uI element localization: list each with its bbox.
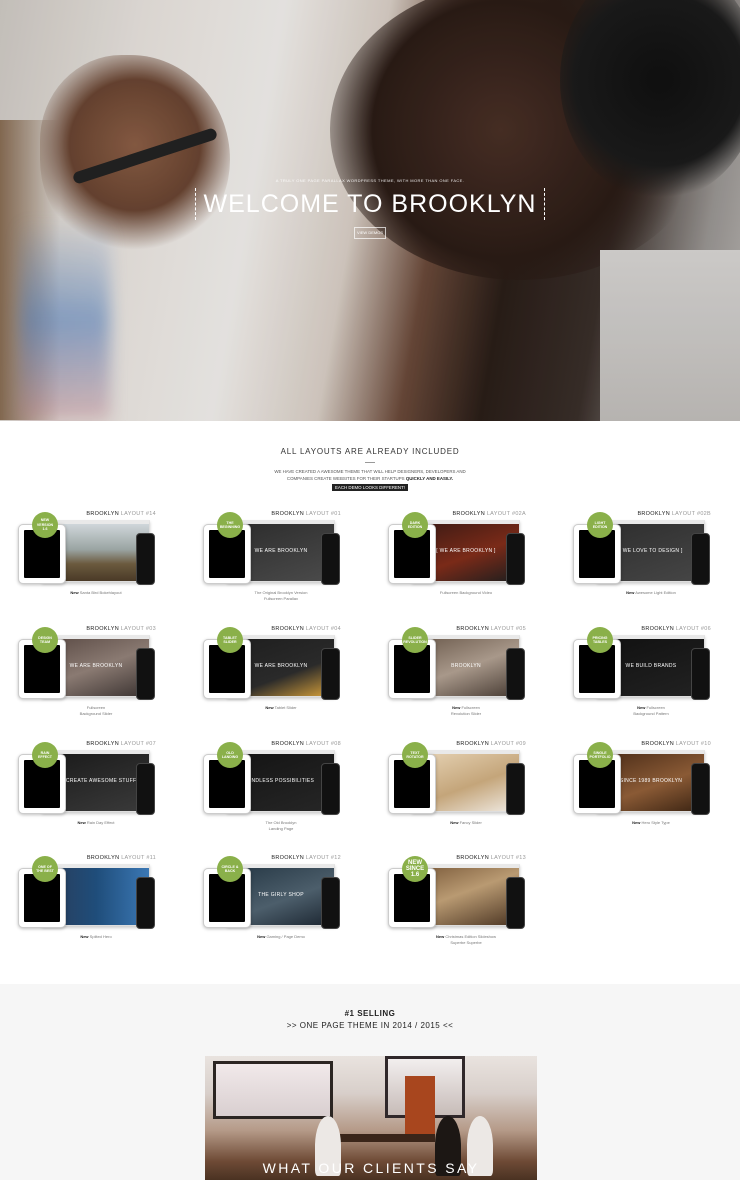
- layout-card-heading: BROOKLYN LAYOUT #05: [456, 626, 526, 632]
- layouts-section: ALL LAYOUTS ARE ALREADY INCLUDED We have…: [0, 421, 740, 984]
- layout-card[interactable]: BROOKLYN LAYOUT #14 New Version 1.6 New …: [18, 511, 158, 621]
- layout-caption: New Splited Hero: [80, 934, 112, 939]
- layout-caption: New Tablet Slider: [265, 705, 297, 710]
- selling-section: #1 SELLING >> ONE PAGE THEME IN 2014 / 2…: [0, 984, 740, 1180]
- layout-card-heading: BROOKLYN LAYOUT #14: [86, 511, 156, 517]
- layout-card[interactable]: BROOKLYN LAYOUT #13 New Since 1.6 New Ch…: [388, 855, 528, 965]
- phone-mockup: [321, 533, 340, 585]
- layout-badge: Rain Effect: [32, 742, 58, 768]
- layout-card[interactable]: BROOKLYN LAYOUT #07 WE CREATE AWESOME ST…: [18, 741, 158, 851]
- phone-mockup: [691, 648, 710, 700]
- phone-mockup: [506, 763, 525, 815]
- layout-card-heading: BROOKLYN LAYOUT #08: [271, 741, 341, 747]
- selling-subline: >> ONE PAGE THEME IN 2014 / 2015 <<: [286, 1021, 454, 1030]
- selling-headline: #1 SELLING: [344, 1009, 396, 1018]
- layout-badge: Slider Revolution: [402, 627, 428, 653]
- layout-card-heading: BROOKLYN LAYOUT #01: [271, 511, 341, 517]
- layout-card[interactable]: BROOKLYN LAYOUT #08 ENDLESS POSSIBILITIE…: [203, 741, 343, 851]
- demo-note-badge: Each demo looks different!: [331, 484, 408, 491]
- layout-card[interactable]: BROOKLYN LAYOUT #02B [ WE LOVE TO DESIGN…: [573, 511, 713, 621]
- layout-badge: Circle & Back: [217, 856, 243, 882]
- layout-card-heading: BROOKLYN LAYOUT #11: [86, 855, 156, 861]
- layout-badge: Single Portfolio: [587, 742, 613, 768]
- layout-badge: Design Team: [32, 627, 58, 653]
- phone-mockup: [321, 648, 340, 700]
- layout-badge: One of the best: [32, 856, 58, 882]
- layout-caption: Fullscreen Background Slider: [79, 705, 113, 717]
- phone-mockup: [136, 877, 155, 929]
- layout-badge: Text Rotator: [402, 742, 428, 768]
- layout-card-heading: BROOKLYN LAYOUT #09: [456, 741, 526, 747]
- layout-card[interactable]: BROOKLYN LAYOUT #09 Text Rotator New Fan…: [388, 741, 528, 851]
- hero-section: A truly one page parallax WordPress them…: [0, 0, 740, 421]
- phone-mockup: [321, 763, 340, 815]
- layout-card-heading: BROOKLYN LAYOUT #02A: [452, 511, 526, 517]
- hero-content: A truly one page parallax WordPress them…: [0, 178, 740, 239]
- phone-mockup: [136, 763, 155, 815]
- view-demos-button[interactable]: View Demos: [354, 227, 386, 239]
- layout-card-heading: BROOKLYN LAYOUT #13: [456, 855, 526, 861]
- layout-caption: New Fullscreen Background Pattern: [633, 705, 669, 717]
- layout-caption: New Fancy Slider: [450, 820, 482, 825]
- layout-caption: The Old Brooklyn Landing Page: [265, 820, 297, 832]
- layout-card-heading: BROOKLYN LAYOUT #06: [641, 626, 711, 632]
- layout-card[interactable]: BROOKLYN LAYOUT #12 THE GIRLY SHOP Circl…: [203, 855, 343, 965]
- layout-card[interactable]: BROOKLYN LAYOUT #05 BROOKLYN Slider Revo…: [388, 626, 528, 736]
- layout-card[interactable]: BROOKLYN LAYOUT #10 SINCE 1989 BROOKLYN …: [573, 741, 713, 851]
- layout-caption: New Rain Day Effect: [77, 820, 115, 825]
- clients-image-table: [325, 1134, 435, 1142]
- phone-mockup: [506, 877, 525, 929]
- phone-mockup: [506, 648, 525, 700]
- phone-mockup: [691, 533, 710, 585]
- layout-caption: New Hero Style Type: [632, 820, 670, 825]
- phone-mockup: [136, 533, 155, 585]
- layout-badge: Old Landing: [217, 742, 243, 768]
- layout-card[interactable]: BROOKLYN LAYOUT #04 WE ARE BROOKLYN Tabl…: [203, 626, 343, 736]
- clients-banner: WHAT OUR CLIENTS SAY: [205, 1056, 537, 1180]
- layouts-title: ALL LAYOUTS ARE ALREADY INCLUDED: [280, 447, 460, 456]
- layout-caption: Fullscreen Background Video: [439, 590, 493, 595]
- layout-caption: The Original Brooklyn Version Fullscreen…: [254, 590, 308, 602]
- layout-caption: New Christmas Edition Slideshow Superbe …: [435, 934, 497, 946]
- layout-badge: Dark Edition: [402, 512, 428, 538]
- hero-title: WELCOME TO BROOKLYN: [194, 188, 546, 220]
- layout-card-heading: BROOKLYN LAYOUT #12: [271, 855, 341, 861]
- layout-card[interactable]: BROOKLYN LAYOUT #01 WE ARE BROOKLYN The …: [203, 511, 343, 621]
- clients-title: WHAT OUR CLIENTS SAY: [262, 1160, 480, 1176]
- layout-badge: Light Edition: [587, 512, 613, 538]
- layout-badge: Pricing Tables: [587, 627, 613, 653]
- title-divider: [365, 462, 375, 463]
- layout-card-heading: BROOKLYN LAYOUT #07: [86, 741, 156, 747]
- layout-card[interactable]: BROOKLYN LAYOUT #06 WE BUILD BRANDS Pric…: [573, 626, 713, 736]
- layout-badge: The Beginning: [217, 512, 243, 538]
- clients-image-window: [213, 1061, 333, 1119]
- layout-caption: New Awesome Light Edition: [626, 590, 676, 595]
- layout-card-heading: BROOKLYN LAYOUT #03: [86, 626, 156, 632]
- layout-badge: Tablet Slider: [217, 627, 243, 653]
- layout-caption: New Gaming / Page Demo: [257, 934, 305, 939]
- layout-card[interactable]: BROOKLYN LAYOUT #02A [ WE ARE BROOKLYN ]…: [388, 511, 528, 621]
- phone-mockup: [136, 648, 155, 700]
- layout-card-heading: BROOKLYN LAYOUT #10: [641, 741, 711, 747]
- phone-mockup: [506, 533, 525, 585]
- layout-card-heading: BROOKLYN LAYOUT #04: [271, 626, 341, 632]
- layout-card-heading: BROOKLYN LAYOUT #02B: [637, 511, 711, 517]
- layouts-description: We have created a awesome theme that wil…: [274, 469, 466, 491]
- layout-card[interactable]: BROOKLYN LAYOUT #03 WE ARE BROOKLYN Desi…: [18, 626, 158, 736]
- hero-tagline: A truly one page parallax WordPress them…: [275, 178, 465, 183]
- layout-caption: New Santa Bird Bokehlayout: [70, 590, 122, 595]
- layout-caption: New Fullscreen Revolution Slider: [450, 705, 482, 717]
- clients-image-door: [405, 1076, 435, 1140]
- layout-badge: New Since 1.6: [402, 856, 428, 882]
- phone-mockup: [321, 877, 340, 929]
- phone-mockup: [691, 763, 710, 815]
- layout-card[interactable]: BROOKLYN LAYOUT #11 One of the best New …: [18, 855, 158, 965]
- layout-badge: New Version 1.6: [32, 512, 58, 538]
